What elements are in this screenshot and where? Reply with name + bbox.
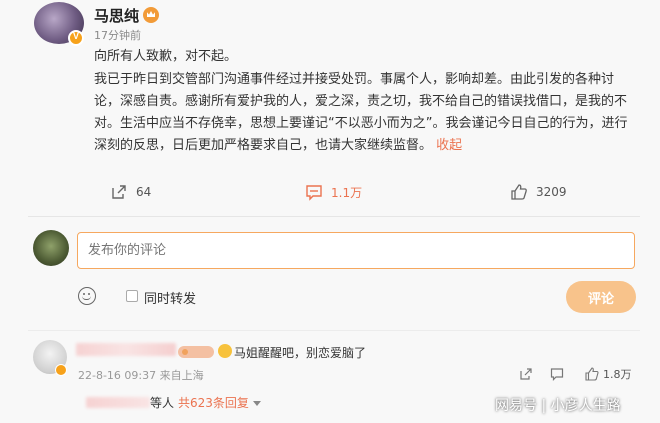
comment-like-count: 1.8万: [603, 368, 632, 381]
comment-reply-button[interactable]: [550, 366, 564, 385]
section-divider: [28, 216, 640, 217]
comment-count: 1.1万: [331, 185, 363, 200]
comment-icon: [306, 185, 322, 201]
comment-text: 马姐醒醒吧，别恋爱脑了: [234, 346, 367, 360]
thumbs-up-icon: [511, 184, 527, 200]
vip-crown-icon: [143, 7, 159, 23]
post-actions: 64 1.1万 3209: [0, 174, 660, 210]
post-paragraph-1: 向所有人致歉，对不起。: [94, 49, 238, 64]
repost-count: 64: [136, 185, 152, 199]
verified-badge-icon: [68, 30, 84, 46]
chevron-down-icon: [252, 401, 261, 406]
comment-share-button[interactable]: [519, 366, 533, 385]
comment-thumbs-up-icon: [585, 367, 599, 381]
share-icon: [520, 368, 532, 380]
comment-meta: 22-8-16 09:37 来自上海: [78, 369, 204, 382]
like-count: 3209: [536, 185, 567, 199]
replies-suffix: 等人: [150, 396, 175, 410]
author-name[interactable]: 马思纯: [94, 5, 139, 26]
repost-checkbox-label[interactable]: 同时转发: [144, 288, 196, 307]
current-user-avatar: [33, 230, 69, 266]
replies-link[interactable]: 共623条回复: [178, 396, 249, 410]
post-time[interactable]: 17分钟前: [94, 27, 141, 43]
reply-icon: [550, 368, 564, 381]
watermark: 网易号 | 小彦人生路: [495, 398, 621, 414]
repost-icon: [112, 185, 126, 199]
comment-like-button[interactable]: 1.8万: [585, 366, 632, 382]
commenter-verified-icon: [55, 364, 67, 376]
view-replies[interactable]: 等人 共623条回复: [150, 394, 261, 411]
weibo-post-card: 马思纯 17分钟前 向所有人致歉，对不起。 我已于昨日到交管部门沟通事件经过并接…: [0, 0, 660, 423]
submit-comment-button[interactable]: 评论: [566, 281, 636, 313]
repost-checkbox[interactable]: [126, 290, 138, 302]
post-paragraph-2-text: 我已于昨日到交管部门沟通事件经过并接受处罚。事属个人，影响却差。由此引发的各种讨…: [94, 72, 628, 153]
comment-input[interactable]: [77, 232, 635, 269]
comment-divider: [28, 330, 640, 331]
collapse-link[interactable]: 收起: [436, 138, 462, 153]
fan-badge-icon: [178, 346, 214, 358]
comment-button[interactable]: 1.1万: [305, 182, 362, 202]
emoji-face-icon: [218, 344, 232, 358]
commenter-name-blurred: [76, 343, 176, 356]
reply-user-name-blurred: [86, 397, 150, 408]
post-paragraph-2: 我已于昨日到交管部门沟通事件经过并接受处罚。事属个人，影响却差。由此引发的各种讨…: [94, 69, 639, 157]
repost-button[interactable]: 64: [110, 182, 151, 202]
like-button[interactable]: 3209: [510, 182, 567, 202]
